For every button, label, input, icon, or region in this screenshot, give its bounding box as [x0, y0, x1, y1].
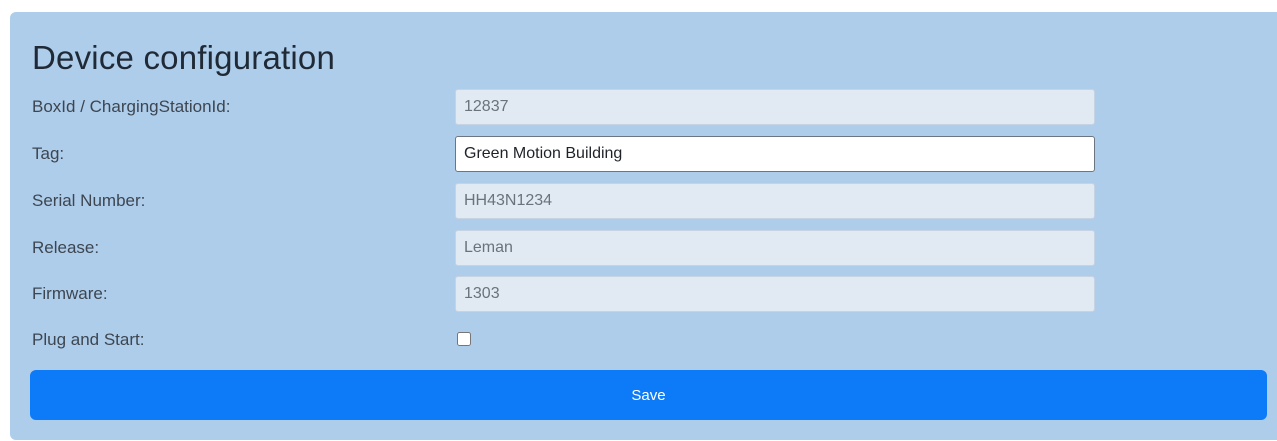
page-title: Device configuration	[32, 39, 335, 76]
box-id-label: BoxId / ChargingStationId:	[32, 97, 231, 116]
firmware-row: Firmware:	[10, 276, 1110, 316]
save-button[interactable]: Save	[30, 370, 1267, 420]
release-label: Release:	[32, 238, 100, 257]
serial-number-field[interactable]	[455, 183, 1095, 219]
box-id-field[interactable]	[455, 89, 1095, 125]
plug-and-start-row: Plug and Start:	[10, 322, 1110, 362]
plug-and-start-label: Plug and Start:	[32, 330, 145, 349]
release-field[interactable]	[455, 230, 1095, 266]
serial-number-label: Serial Number:	[32, 191, 146, 210]
release-row: Release:	[10, 230, 1110, 270]
firmware-label: Firmware:	[32, 284, 108, 303]
serial-number-row: Serial Number:	[10, 183, 1110, 223]
tag-row: Tag:	[10, 136, 1110, 176]
plug-and-start-checkbox[interactable]	[457, 332, 471, 346]
tag-label: Tag:	[32, 144, 65, 163]
device-configuration-panel: Device configuration BoxId / ChargingSta…	[10, 12, 1277, 440]
tag-field[interactable]	[455, 136, 1095, 172]
firmware-field[interactable]	[455, 276, 1095, 312]
box-id-row: BoxId / ChargingStationId:	[10, 89, 1110, 129]
